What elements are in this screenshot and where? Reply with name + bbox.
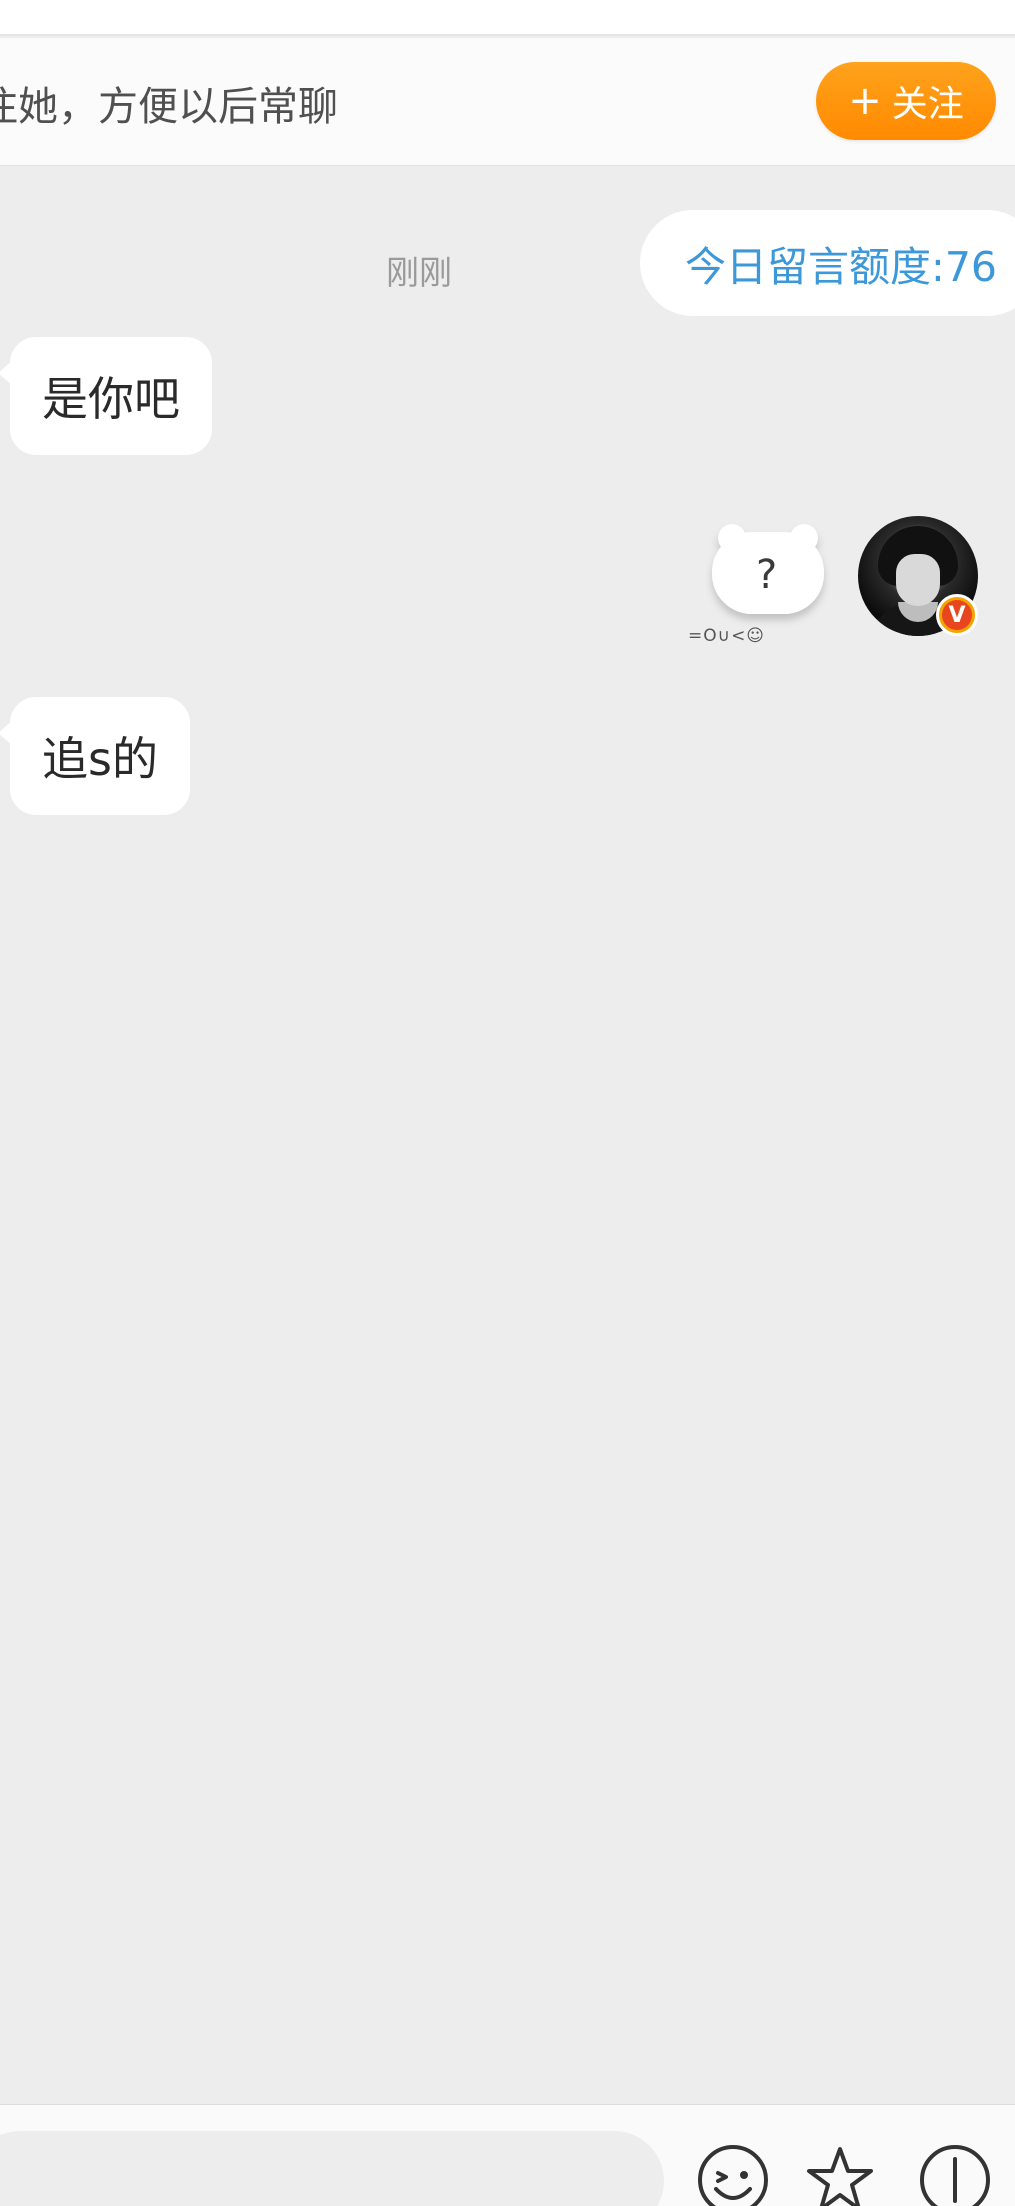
verified-badge-icon: V (936, 594, 978, 636)
plus-icon: + (848, 78, 882, 124)
sticker-caption: =O∪<☺ (688, 626, 766, 646)
emoji-icon[interactable] (696, 2143, 770, 2206)
sticker-message[interactable]: ? (706, 518, 830, 628)
received-message-bubble[interactable]: 是你吧 (0, 337, 212, 455)
star-icon[interactable] (803, 2143, 877, 2206)
more-icon[interactable] (918, 2143, 992, 2206)
follow-button-label: 关注 (891, 84, 964, 125)
received-message-bubble[interactable]: 追s的 (0, 697, 190, 815)
follow-prompt-text: 注她，方便以后常聊 (0, 84, 338, 130)
message-input[interactable] (0, 2131, 664, 2206)
follow-button[interactable]: + 关注 (816, 62, 996, 140)
message-timestamp: 刚刚 (386, 253, 452, 292)
input-toolbar (0, 2104, 1015, 2206)
chat-screen: 注她，方便以后常聊 + 关注 今日留言额度:76 刚刚 是你吧 ? =O∪<☺ (0, 0, 1015, 2206)
status-area (0, 0, 1015, 36)
follow-banner: 注她，方便以后常聊 + 关注 (0, 38, 1015, 166)
sticker-question-mark: ? (756, 552, 778, 598)
message-quota-bubble: 今日留言额度:76 (640, 210, 1015, 316)
verified-badge-label: V (942, 600, 972, 630)
